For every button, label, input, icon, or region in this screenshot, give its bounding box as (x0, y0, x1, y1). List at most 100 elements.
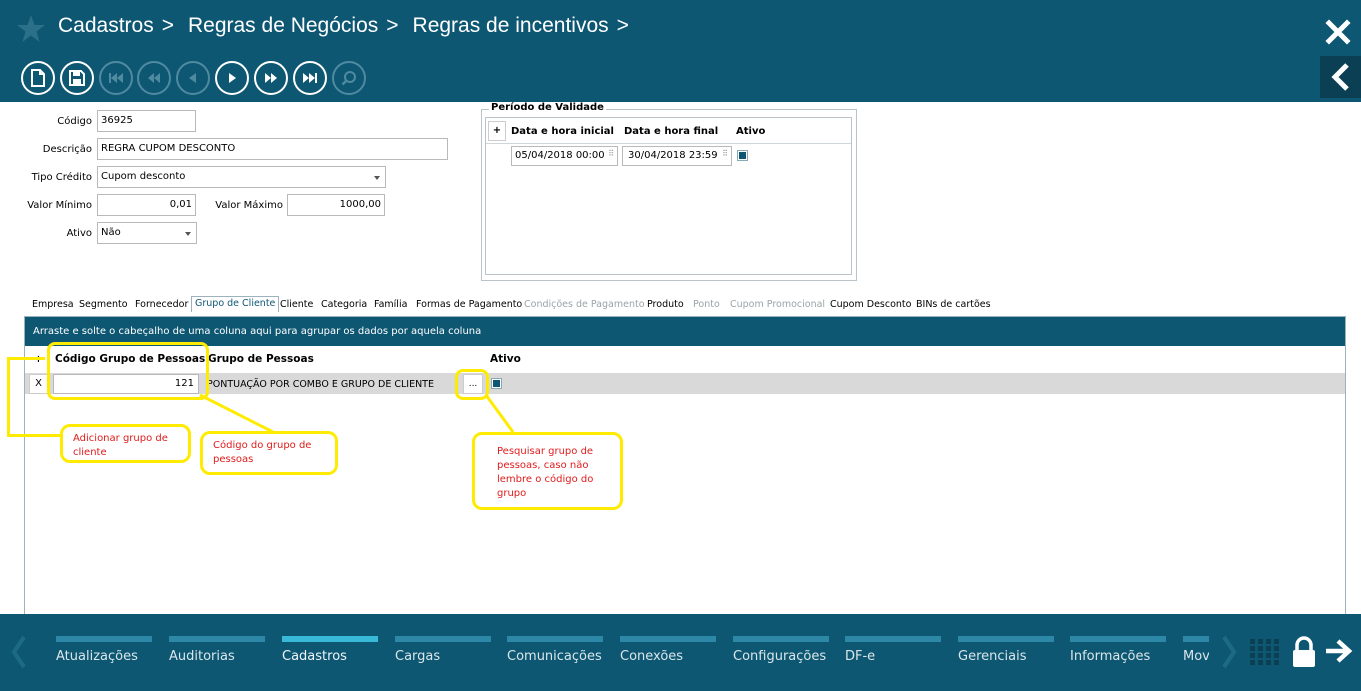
periodo-inicial-value: 05/04/2018 00:00 (515, 150, 605, 161)
nav-item-gerenciais[interactable]: Gerenciais (958, 636, 1054, 664)
periodo-ativo-checkbox[interactable] (737, 150, 748, 161)
nav-item-label: Informações (1070, 649, 1151, 664)
logout-arrow-icon[interactable] (1324, 638, 1354, 664)
tipo-credito-select[interactable]: Cupom desconto (97, 166, 386, 188)
periodo-inicial-field[interactable]: 05/04/2018 00:00 ⠿ (511, 146, 618, 166)
nav-item-label: Conexões (620, 649, 684, 664)
tab-produto[interactable]: Produto (644, 298, 687, 311)
tab-segmento[interactable]: Segmento (76, 298, 131, 311)
search-button[interactable] (332, 61, 366, 95)
next-page-button[interactable] (254, 61, 288, 95)
nav-item-cadastros[interactable]: Cadastros (282, 636, 378, 664)
lock-icon[interactable] (1291, 636, 1317, 668)
tab-categoria[interactable]: Categoria (318, 298, 370, 311)
tab-fornecedor[interactable]: Fornecedor (132, 298, 191, 311)
connector-line (7, 357, 45, 360)
nav-item-label: Auditorias (169, 649, 235, 664)
calendar-grid-icon[interactable]: ⠿ (608, 149, 614, 158)
nav-item-atualizacoes[interactable]: Atualizações (56, 636, 152, 664)
codigo-field[interactable]: 36925 (97, 110, 196, 132)
search-icon (341, 71, 356, 86)
nav-item-auditorias[interactable]: Auditorias (169, 636, 265, 664)
annotation-pesquisar-grupo: Pesquisar grupo de pessoas, caso não lem… (472, 432, 623, 510)
nav-item-informacoes[interactable]: Informações (1070, 636, 1166, 664)
nav-item-label: Configurações (733, 649, 827, 664)
next-record-button[interactable] (215, 61, 249, 95)
last-record-button[interactable] (293, 61, 327, 95)
valor-minimo-label: Valor Mínimo (27, 200, 92, 211)
tab-cupom-desconto[interactable]: Cupom Desconto (827, 298, 914, 311)
valor-maximo-label: Valor Máximo (215, 200, 283, 211)
nav-item-df-e[interactable]: DF-e (845, 636, 941, 664)
periodo-col-final[interactable]: Data e hora final (624, 126, 718, 137)
periodo-col-ativo[interactable]: Ativo (736, 126, 765, 137)
nav-item-movimentacoes[interactable]: Mov (1183, 636, 1209, 664)
annotation-adicionar-grupo: Adicionar grupo de cliente (60, 424, 191, 463)
chevron-left-icon[interactable] (8, 634, 28, 670)
breadcrumb-separator: > (386, 14, 399, 37)
breadcrumb-item-regras-de-incentivos[interactable]: Regras de incentivos (413, 14, 609, 38)
periodo-grid (485, 117, 852, 275)
periodo-add-button[interactable]: + (488, 121, 506, 141)
close-icon[interactable] (1324, 18, 1352, 46)
chevron-right-icon[interactable] (1220, 634, 1240, 670)
breadcrumb-item-cadastros[interactable]: Cadastros (58, 14, 154, 38)
group-by-panel[interactable]: Arraste e solte o cabeçalho de uma colun… (25, 317, 1345, 346)
periodo-col-inicial[interactable]: Data e hora inicial (511, 126, 614, 137)
nav-item-configuracoes[interactable]: Configurações (733, 636, 829, 664)
tipo-credito-label: Tipo Crédito (31, 172, 92, 183)
breadcrumb-separator: > (616, 14, 629, 37)
row-ativo-checkbox[interactable] (491, 378, 502, 389)
breadcrumb-separator: > (161, 14, 174, 37)
periodo-validade-title: Período de Validade (489, 102, 606, 113)
previous-page-button[interactable] (137, 61, 171, 95)
nav-item-comunicacoes[interactable]: Comunicações (507, 636, 603, 664)
codigo-highlight (47, 342, 209, 400)
nav-item-label: Mov (1183, 649, 1209, 664)
calendar-grid-icon[interactable]: ⠿ (722, 149, 728, 158)
tab-cupom-promocional[interactable]: Cupom Promocional (727, 298, 828, 311)
grid-menu-icon[interactable] (1250, 639, 1280, 665)
connector-line (7, 434, 62, 437)
row-remove-button[interactable]: X (29, 374, 48, 394)
grid-col-grupo[interactable]: Grupo de Pessoas (208, 353, 314, 365)
chevron-down-icon (185, 232, 191, 236)
chevron-down-icon (374, 176, 380, 180)
previous-record-button[interactable] (176, 61, 210, 95)
tab-ponto[interactable]: Ponto (690, 298, 723, 311)
tab-condicoes-de-pagamento[interactable]: Condições de Pagamento (521, 298, 648, 311)
ativo-value: Não (101, 227, 121, 238)
valor-maximo-field[interactable]: 1000,00 (287, 194, 385, 216)
tab-bins-de-cartoes[interactable]: BINs de cartões (913, 298, 994, 311)
save-icon (69, 70, 85, 86)
descricao-field[interactable]: REGRA CUPOM DESCONTO (97, 138, 448, 160)
periodo-final-field[interactable]: 30/04/2018 23:59 ⠿ (622, 146, 732, 166)
last-record-icon (303, 73, 317, 83)
tab-cliente[interactable]: Cliente (277, 298, 316, 311)
first-record-button[interactable] (99, 61, 133, 95)
nav-item-cargas[interactable]: Cargas (395, 636, 491, 664)
collapse-panel-button[interactable] (1320, 56, 1361, 98)
nav-item-label: DF-e (845, 649, 876, 664)
favorite-star-icon[interactable] (16, 14, 46, 44)
tipo-credito-value: Cupom desconto (101, 171, 186, 182)
connector-line (484, 394, 515, 433)
nav-item-label: Cadastros (282, 649, 347, 664)
grid-col-ativo[interactable]: Ativo (490, 353, 521, 365)
valor-minimo-field[interactable]: 0,01 (97, 194, 196, 216)
checkbox-mark (493, 380, 500, 387)
nav-item-conexoes[interactable]: Conexões (620, 636, 716, 664)
row-grupo-value: PONTUAÇÃO POR COMBO E GRUPO DE CLIENTE (207, 379, 434, 390)
tab-grupo-de-cliente[interactable]: Grupo de Cliente (191, 296, 280, 312)
rewind-icon (148, 73, 160, 83)
checkbox-mark (739, 152, 746, 159)
first-record-icon (109, 73, 123, 83)
ativo-select[interactable]: Não (97, 222, 197, 244)
new-document-button[interactable] (21, 61, 55, 95)
save-button[interactable] (60, 61, 94, 95)
tab-familia[interactable]: Família (371, 298, 410, 311)
nav-item-label: Cargas (395, 649, 441, 664)
tab-formas-de-pagamento[interactable]: Formas de Pagamento (413, 298, 525, 311)
breadcrumb-item-regras-de-negocios[interactable]: Regras de Negócios (188, 14, 378, 38)
tab-empresa[interactable]: Empresa (29, 298, 77, 311)
